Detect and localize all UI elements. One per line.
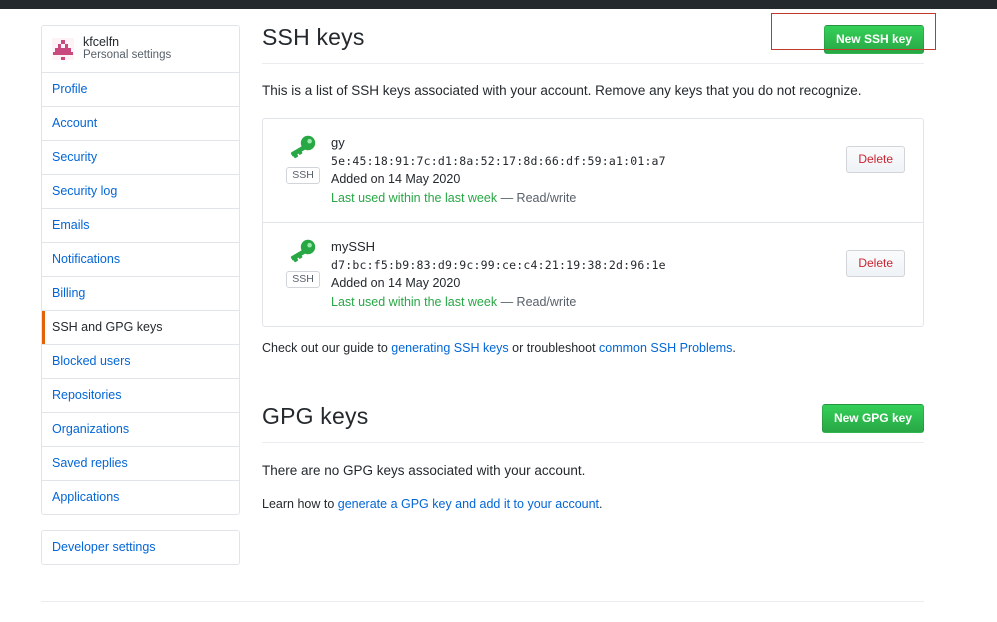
table-row: SSH gy 5e:45:18:91:7c:d1:8a:52:17:8d:66:… [263,119,923,223]
ssh-keys-description: This is a list of SSH keys associated wi… [262,83,862,98]
guide-middle: or troubleshoot [508,341,600,355]
key-details: gy 5e:45:18:91:7c:d1:8a:52:17:8d:66:df:5… [329,134,846,208]
sidebar-item-organizations[interactable]: Organizations [42,412,239,447]
key-icon-column: SSH [277,238,329,288]
key-last-used-text: Last used within the last week [331,191,498,205]
sidebar-item-account[interactable]: Account [42,106,239,141]
key-icon [288,135,318,161]
sidebar-item-billing[interactable]: Billing [42,276,239,311]
key-title: gy [331,135,345,150]
sidebar-profile-name: kfcelfn [83,35,120,49]
page-footer-divider [41,601,924,602]
sidebar-profile-header[interactable]: kfcelfn Personal settings [42,26,239,73]
global-header-bar [0,0,997,9]
ssh-guide-text: Check out our guide to generating SSH ke… [262,339,924,357]
key-icon-column: SSH [277,134,329,184]
gpg-learn-suffix: . [599,496,603,511]
identicon-avatar [52,37,74,60]
settings-sidebar: kfcelfn Personal settings Profile Accoun… [41,25,240,565]
sidebar-item-saved-replies[interactable]: Saved replies [42,446,239,481]
delete-key-button[interactable]: Delete [846,146,905,173]
gpg-keys-title: GPG keys [262,403,369,429]
generate-gpg-key-link[interactable]: generate a GPG key and add it to your ac… [338,497,599,511]
settings-page: kfcelfn Personal settings Profile Accoun… [0,0,997,622]
delete-key-button[interactable]: Delete [846,250,905,277]
ssh-keys-header: SSH keys New SSH key [262,13,936,64]
new-ssh-key-button-wrapper: New SSH key [771,13,936,54]
sidebar-item-repositories[interactable]: Repositories [42,378,239,413]
key-access-level: — Read/write [500,191,577,205]
key-icon [288,239,318,265]
sidebar-item-profile[interactable]: Profile [42,72,239,107]
key-added-date: Added on 14 May 2020 [331,276,461,290]
table-row: SSH mySSH d7:bc:f5:b9:83:d9:9c:99:ce:c4:… [263,223,923,326]
sidebar-item-blocked-users[interactable]: Blocked users [42,344,239,379]
key-last-used: Last used within the last week — Read/wr… [331,189,846,208]
key-fingerprint: 5e:45:18:91:7c:d1:8a:52:17:8d:66:df:59:a… [331,154,666,168]
settings-main-content: SSH keys New SSH key This is a list of S… [262,13,936,513]
guide-prefix: Check out our guide to [262,341,392,355]
key-actions: Delete [846,134,909,173]
generating-ssh-keys-link[interactable]: generating SSH keys [391,341,508,355]
sidebar-item-ssh-and-gpg-keys[interactable]: SSH and GPG keys [42,310,239,345]
gpg-empty-message: There are no GPG keys associated with yo… [262,463,586,478]
key-actions: Delete [846,238,909,277]
key-added-date: Added on 14 May 2020 [331,172,461,186]
ssh-badge: SSH [286,167,320,184]
ssh-badge: SSH [286,271,320,288]
sidebar-item-developer-settings[interactable]: Developer settings [42,530,239,564]
sidebar-item-applications[interactable]: Applications [42,480,239,514]
guide-suffix: . [732,341,736,355]
key-fingerprint: d7:bc:f5:b9:83:d9:9c:99:ce:c4:21:19:38:2… [331,258,666,272]
gpg-keys-section: GPG keys New GPG key There are no GPG ke… [262,402,924,513]
key-access-level: — Read/write [500,295,577,309]
new-gpg-key-button[interactable]: New GPG key [821,404,924,433]
sidebar-item-emails[interactable]: Emails [42,208,239,243]
sidebar-primary-card: kfcelfn Personal settings Profile Accoun… [41,25,240,515]
key-title: mySSH [331,239,376,254]
sidebar-item-notifications[interactable]: Notifications [42,242,239,277]
key-last-used: Last used within the last week — Read/wr… [331,293,846,312]
sidebar-item-security[interactable]: Security [42,140,239,175]
ssh-keys-list: SSH gy 5e:45:18:91:7c:d1:8a:52:17:8d:66:… [262,118,924,327]
sidebar-profile-subtitle: Personal settings [83,49,172,62]
gpg-learn-prefix: Learn how to [262,496,338,511]
sidebar-item-security-log[interactable]: Security log [42,174,239,209]
key-last-used-text: Last used within the last week [331,295,498,309]
key-details: mySSH d7:bc:f5:b9:83:d9:9c:99:ce:c4:21:1… [329,238,846,312]
sidebar-secondary-card: Developer settings [41,529,240,565]
common-ssh-problems-link[interactable]: common SSH Problems [599,341,732,355]
new-ssh-key-button[interactable]: New SSH key [823,25,924,54]
gpg-keys-header: GPG keys New GPG key [262,402,924,443]
gpg-learn-text: Learn how to generate a GPG key and add … [262,495,924,513]
ssh-keys-title: SSH keys [262,24,365,50]
new-gpg-key-button-wrapper: New GPG key [821,404,924,433]
